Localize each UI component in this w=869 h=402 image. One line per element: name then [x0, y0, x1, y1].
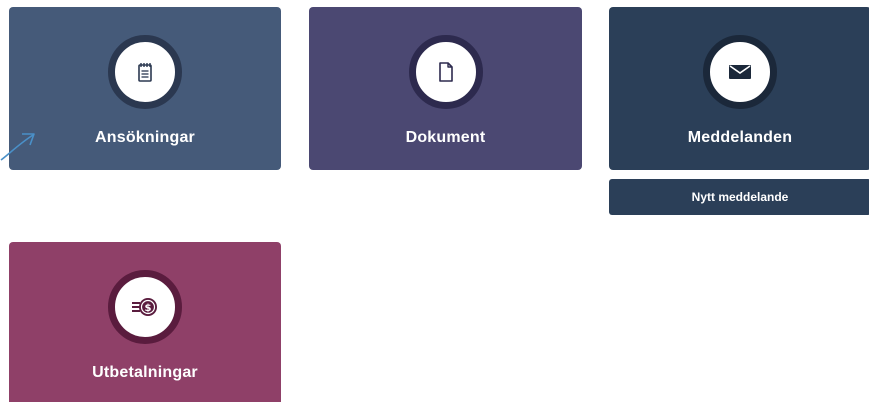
notepad-icon [138, 63, 152, 82]
payments-icon-circle: $ [108, 270, 182, 344]
payments-tile[interactable]: $ Utbetalningar [9, 242, 281, 402]
dashboard-tiles: Ansökningar Dokument Meddelanden Nytt me… [0, 0, 869, 402]
messages-icon-circle [703, 35, 777, 109]
applications-icon-circle [108, 35, 182, 109]
payments-label: Utbetalningar [92, 364, 198, 381]
messages-tile[interactable]: Meddelanden [609, 7, 869, 170]
applications-tile[interactable]: Ansökningar [9, 7, 281, 170]
messages-label: Meddelanden [687, 129, 793, 146]
document-icon [438, 62, 453, 82]
documents-label: Dokument [405, 129, 486, 146]
svg-text:$: $ [145, 303, 152, 314]
pointer-arrow-icon [0, 133, 35, 161]
money-icon: $ [132, 298, 157, 316]
documents-icon-circle [408, 35, 483, 109]
applications-label: Ansökningar [95, 129, 195, 146]
new-message-button[interactable]: Nytt meddelande [609, 179, 869, 215]
envelope-icon [729, 65, 751, 79]
documents-tile[interactable]: Dokument [309, 7, 582, 170]
